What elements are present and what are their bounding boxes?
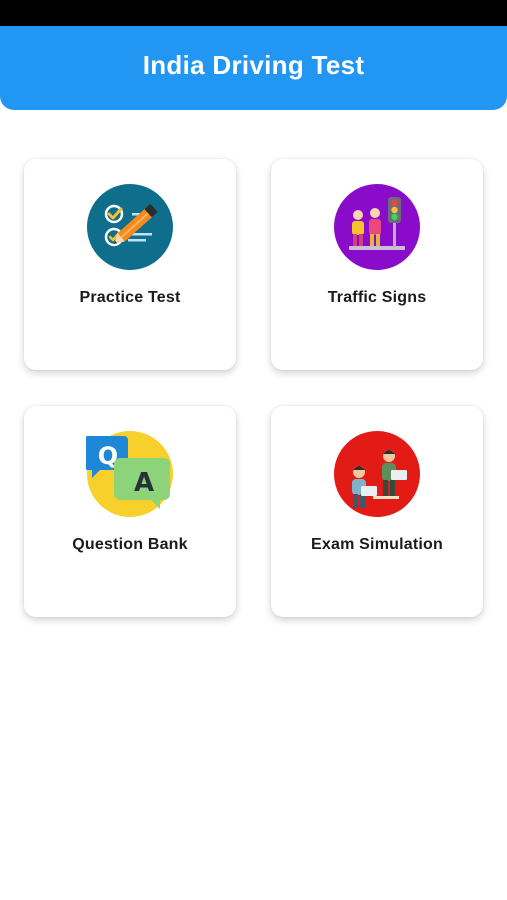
traffic-signs-label: Traffic Signs (327, 289, 427, 306)
question-bank-card[interactable]: Q A Question Bank (24, 406, 236, 617)
status-bar (0, 0, 507, 26)
app-header: India Driving Test (0, 26, 507, 110)
app-title: India Driving Test (142, 49, 365, 80)
traffic-signs-card[interactable]: Traffic Signs (271, 159, 483, 370)
practice-test-label: Practice Test (79, 289, 181, 306)
practice-test-card[interactable]: Practice Test (24, 159, 236, 370)
exam-simulation-card[interactable]: Exam Simulation (271, 406, 483, 617)
question-bank-label: Question Bank (72, 536, 188, 553)
checklist-pencil-icon (86, 183, 174, 271)
exam-simulation-label: Exam Simulation (311, 536, 443, 553)
students-exam-icon (333, 430, 421, 518)
svg-text:A: A (134, 468, 154, 498)
qa-speech-bubbles-icon: Q A (86, 430, 174, 518)
traffic-light-people-icon (333, 183, 421, 271)
